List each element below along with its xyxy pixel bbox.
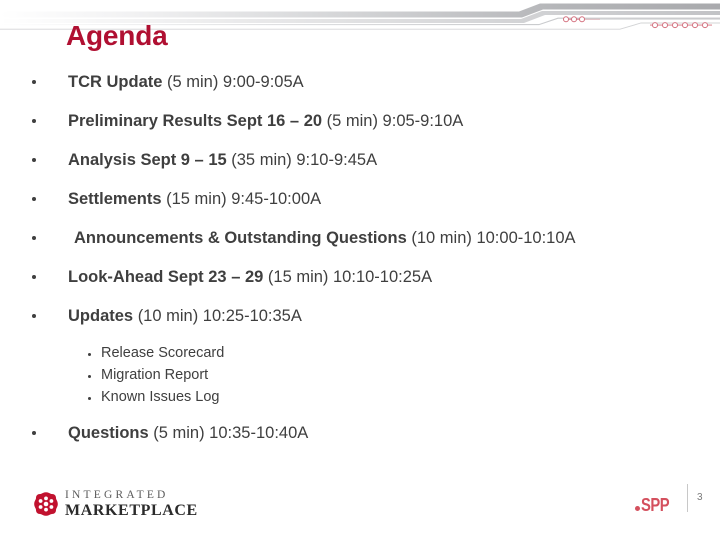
integrated-marketplace-line2: MARKETPLACE <box>65 501 198 519</box>
agenda-sub-item-migration-report[interactable]: Migration Report <box>0 366 720 388</box>
agenda-item-announcements[interactable]: Announcements & Outstanding Questions (1… <box>0 218 720 257</box>
agenda-item-text: Settlements (15 min) 9:45-10:00A <box>68 189 321 207</box>
agenda-item-text: Questions (5 min) 10:35-10:40A <box>68 424 308 442</box>
agenda-item-trail: (15 min) 9:45-10:00A <box>166 189 322 208</box>
agenda-item-text: TCR Update (5 min) 9:00-9:05A <box>68 72 304 90</box>
agenda-item-tcr-update[interactable]: TCR Update (5 min) 9:00-9:05A <box>0 62 720 101</box>
agenda-sub-item-label: Migration Report <box>101 367 209 383</box>
sub-bullet-icon <box>88 397 91 400</box>
bullet-icon <box>32 196 36 201</box>
bullet-icon <box>32 431 36 435</box>
agenda-sub-item-release-scorecard[interactable]: Release Scorecard <box>0 344 720 366</box>
agenda-item-lead: Look-Ahead Sept 23 – 29 <box>68 267 268 286</box>
agenda-item-preliminary-results[interactable]: Preliminary Results Sept 16 – 20 (5 min)… <box>0 101 720 140</box>
marketplace-emblem-icon <box>34 492 58 517</box>
bullet-icon <box>32 118 36 123</box>
page-number: 3 <box>697 492 703 503</box>
agenda-list: TCR Update (5 min) 9:00-9:05A Preliminar… <box>0 62 720 335</box>
bullet-icon <box>32 79 36 84</box>
agenda-item-analysis[interactable]: Analysis Sept 9 – 15 (35 min) 9:10-9:45A <box>0 140 720 179</box>
page-title: Agenda <box>66 20 168 51</box>
spp-logo: SPP <box>635 495 675 516</box>
agenda-item-trail: (15 min) 10:10-10:25A <box>267 267 433 286</box>
integrated-marketplace-line1: INTEGRATED <box>65 489 169 501</box>
agenda-item-updates[interactable]: Updates (10 min) 10:25-10:35A <box>0 296 720 335</box>
agenda-item-lead: Questions <box>68 423 154 442</box>
slide-footer: INTEGRATED MARKETPLACE SPP <box>0 470 720 540</box>
bullet-icon <box>32 313 36 318</box>
agenda-item-lead: Analysis Sept 9 – 15 <box>68 150 232 169</box>
bullet-icon <box>32 274 36 279</box>
sub-bullet-icon <box>88 375 91 378</box>
bullet-icon <box>32 235 36 240</box>
bullet-icon <box>32 157 36 162</box>
agenda-item-trail: (5 min) 9:05-9:10A <box>326 111 464 130</box>
agenda-item-trail: (5 min) 10:35-10:40A <box>153 423 309 442</box>
header-band-thick <box>0 3 720 18</box>
agenda-item-lead: Preliminary Results Sept 16 – 20 <box>68 111 327 130</box>
footer-divider <box>687 484 688 512</box>
agenda-item-text: Look-Ahead Sept 23 – 29 (15 min) 10:10-1… <box>68 267 432 285</box>
agenda-item-text: Analysis Sept 9 – 15 (35 min) 9:10-9:45A <box>68 150 377 168</box>
agenda-item-trail: (5 min) 9:00-9:05A <box>167 72 304 91</box>
agenda-sub-list: Release Scorecard Migration Report Known… <box>0 344 720 410</box>
agenda-sub-item-label: Known Issues Log <box>101 389 220 405</box>
header-node-group-left <box>563 16 600 23</box>
agenda-item-questions[interactable]: Questions (5 min) 10:35-10:40A <box>0 418 720 448</box>
agenda-sub-item-label: Release Scorecard <box>101 345 225 361</box>
spp-dot-icon <box>635 506 640 511</box>
agenda-item-trail: (35 min) 9:10-9:45A <box>231 150 378 169</box>
spp-wordmark: SPP <box>641 495 670 515</box>
agenda-sub-item-known-issues-log[interactable]: Known Issues Log <box>0 388 720 410</box>
agenda-item-trail: (10 min) 10:00-10:10A <box>411 228 576 247</box>
agenda-item-lead: TCR Update <box>68 72 167 91</box>
agenda-item-text: Updates (10 min) 10:25-10:35A <box>68 306 302 324</box>
agenda-item-settlements[interactable]: Settlements (15 min) 9:45-10:00A <box>0 179 720 218</box>
agenda-item-lead: Settlements <box>68 189 167 208</box>
sub-bullet-icon <box>88 353 91 356</box>
agenda-item-lead: Updates <box>68 306 138 325</box>
agenda-item-lead: Announcements & Outstanding Questions <box>74 228 412 247</box>
agenda-item-look-ahead[interactable]: Look-Ahead Sept 23 – 29 (15 min) 10:10-1… <box>0 257 720 296</box>
agenda-item-text: Preliminary Results Sept 16 – 20 (5 min)… <box>68 111 463 129</box>
agenda-item-text: Announcements & Outstanding Questions (1… <box>74 228 576 246</box>
integrated-marketplace-logo: INTEGRATED MARKETPLACE <box>33 489 198 519</box>
agenda-item-trail: (10 min) 10:25-10:35A <box>137 306 302 325</box>
